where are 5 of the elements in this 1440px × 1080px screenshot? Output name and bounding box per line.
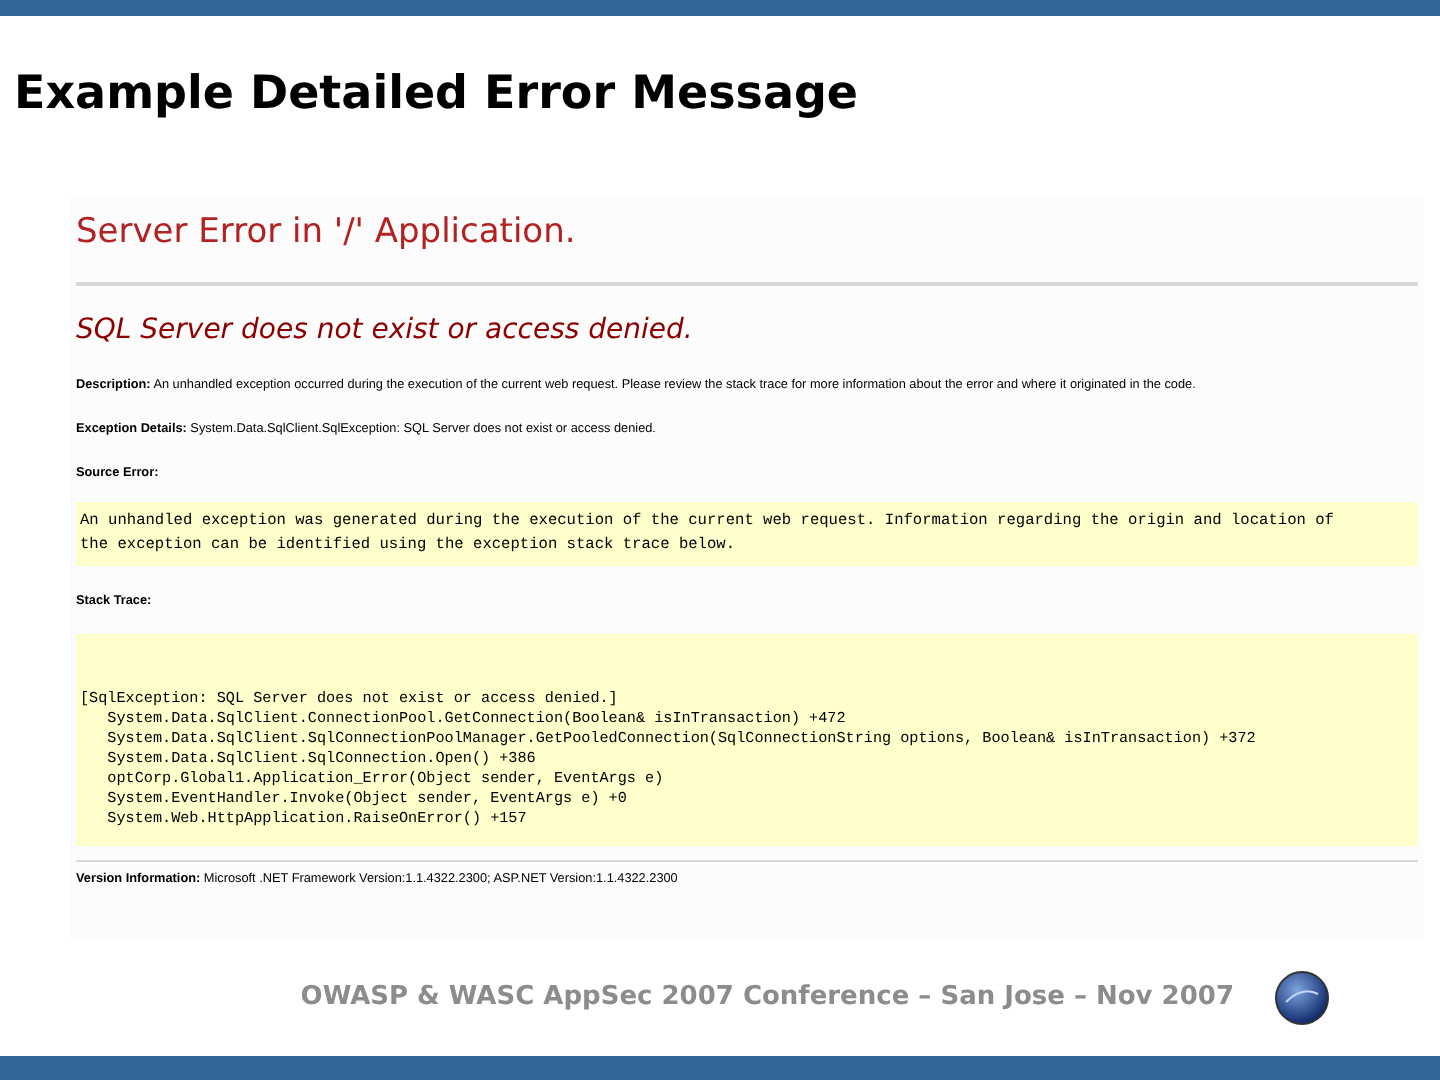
slide-title: Example Detailed Error Message xyxy=(14,72,859,118)
error-heading: Server Error in '/' Application. xyxy=(76,212,578,255)
error-message: SQL Server does not exist or access denied. xyxy=(76,314,695,350)
globe-icon xyxy=(1274,970,1330,1026)
footer-text: OWASP & WASC AppSec 2007 Conference – San Jose – Nov 2007 xyxy=(300,980,1234,1017)
